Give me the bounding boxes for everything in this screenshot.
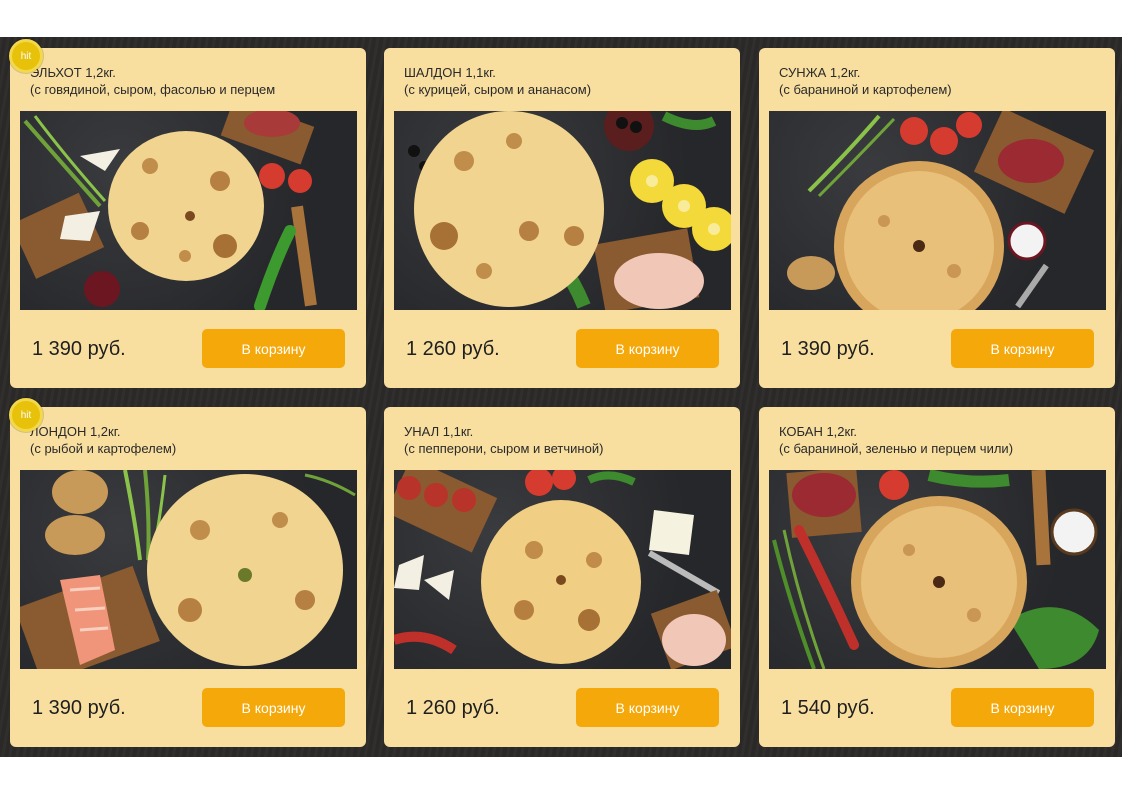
product-photo[interactable] — [20, 111, 357, 310]
add-to-cart-button[interactable]: В корзину — [951, 329, 1094, 368]
hit-badge: hit — [9, 39, 43, 73]
product-photo[interactable] — [394, 470, 731, 669]
hit-badge: hit — [9, 398, 43, 432]
product-price: 1 260 руб. — [406, 338, 500, 360]
product-card[interactable]: КОБАН 1,2кг. (с бараниной, зеленью и пер… — [759, 407, 1115, 747]
product-description: (с говядиной, сыром, фасолью и перцем — [30, 82, 276, 97]
product-photo[interactable] — [20, 470, 357, 669]
product-price: 1 390 руб. — [32, 338, 126, 360]
product-price: 1 390 руб. — [781, 338, 875, 360]
product-title: КОБАН 1,2кг. (с бараниной, зеленью и пер… — [779, 423, 1103, 457]
product-photo[interactable] — [769, 470, 1106, 669]
product-card[interactable]: ШАЛДОН 1,1кг. (с курицей, сыром и ананас… — [384, 48, 740, 388]
add-to-cart-button[interactable]: В корзину — [576, 329, 719, 368]
product-title: ШАЛДОН 1,1кг. (с курицей, сыром и ананас… — [404, 64, 728, 98]
product-photo[interactable] — [394, 111, 731, 310]
pie-illustration — [20, 111, 317, 310]
product-name: ЛОНДОН 1,2кг. — [30, 424, 121, 439]
product-price: 1 260 руб. — [406, 697, 500, 719]
product-description: (с пепперони, сыром и ветчиной) — [404, 441, 604, 456]
product-grid: ЭЛЬХОТ 1,2кг. (с говядиной, сыром, фасол… — [0, 37, 1122, 757]
product-title: ЛОНДОН 1,2кг. (с рыбой и картофелем) — [30, 423, 354, 457]
pie-illustration — [787, 111, 1095, 310]
product-name: УНАЛ 1,1кг. — [404, 424, 474, 439]
product-name: КОБАН 1,2кг. — [779, 424, 857, 439]
product-photo[interactable] — [769, 111, 1106, 310]
product-name: СУНЖА 1,2кг. — [779, 65, 861, 80]
product-title: УНАЛ 1,1кг. (с пепперони, сыром и ветчин… — [404, 423, 728, 457]
product-title: СУНЖА 1,2кг. (с бараниной и картофелем) — [779, 64, 1103, 98]
add-to-cart-button[interactable]: В корзину — [202, 329, 345, 368]
product-name: ЭЛЬХОТ 1,2кг. — [30, 65, 116, 80]
product-card[interactable]: ЭЛЬХОТ 1,2кг. (с говядиной, сыром, фасол… — [10, 48, 366, 388]
product-title: ЭЛЬХОТ 1,2кг. (с говядиной, сыром, фасол… — [30, 64, 354, 98]
add-to-cart-button[interactable]: В корзину — [576, 688, 719, 727]
product-description: (с бараниной и картофелем) — [779, 82, 952, 97]
product-name: ШАЛДОН 1,1кг. — [404, 65, 496, 80]
product-card[interactable]: ЛОНДОН 1,2кг. (с рыбой и картофелем) 1 3… — [10, 407, 366, 747]
product-card[interactable]: СУНЖА 1,2кг. (с бараниной и картофелем) — [759, 48, 1115, 388]
pie-illustration — [772, 470, 1099, 669]
product-price: 1 390 руб. — [32, 697, 126, 719]
pie-illustration — [20, 470, 356, 669]
pie-illustration — [408, 111, 731, 310]
product-description: (с рыбой и картофелем) — [30, 441, 177, 456]
add-to-cart-button[interactable]: В корзину — [202, 688, 345, 727]
pie-illustration — [394, 470, 731, 669]
add-to-cart-button[interactable]: В корзину — [951, 688, 1094, 727]
product-price: 1 540 руб. — [781, 697, 875, 719]
product-description: (с курицей, сыром и ананасом) — [404, 82, 592, 97]
product-card[interactable]: УНАЛ 1,1кг. (с пепперони, сыром и ветчин… — [384, 407, 740, 747]
product-description: (с бараниной, зеленью и перцем чили) — [779, 441, 1014, 456]
